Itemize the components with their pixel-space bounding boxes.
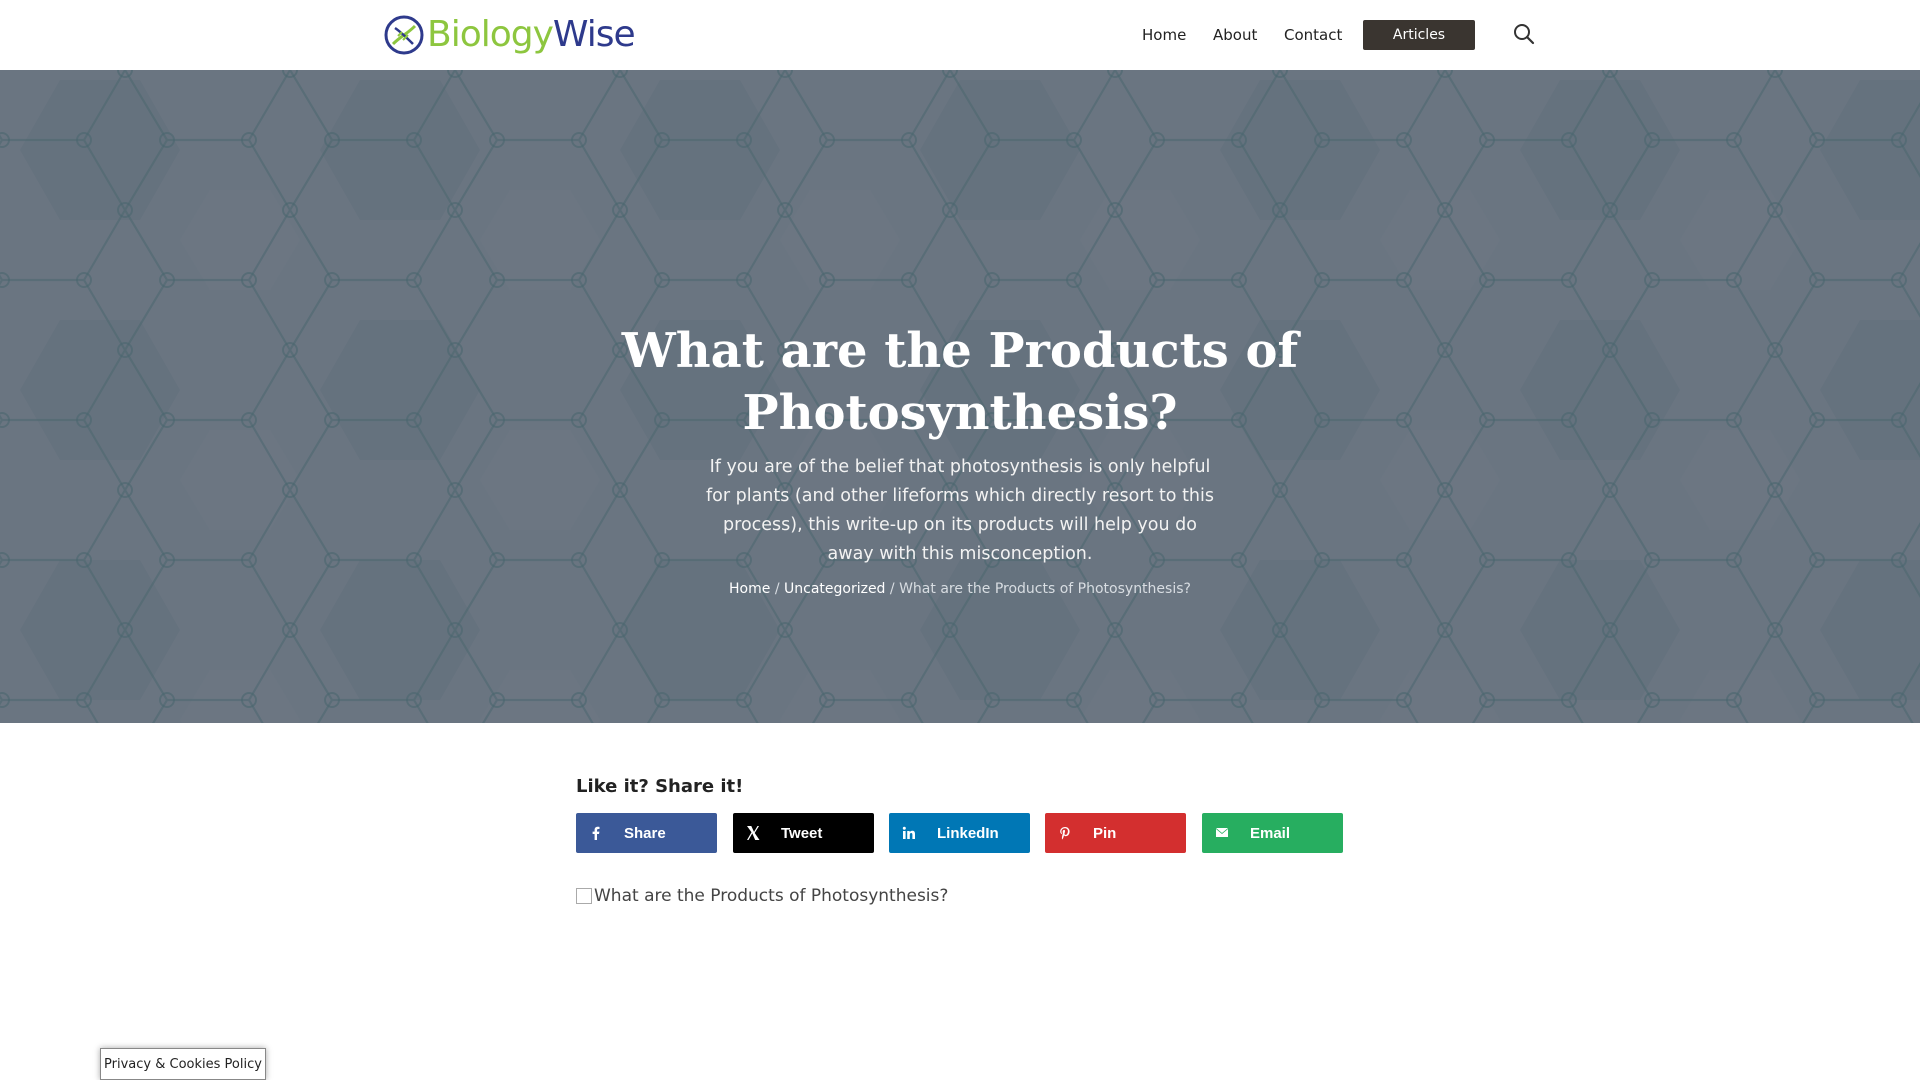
- dna-logo-icon: [384, 15, 424, 55]
- privacy-cookies-policy-button[interactable]: Privacy & Cookies Policy: [100, 1048, 266, 1080]
- breadcrumb-home[interactable]: Home: [729, 581, 770, 597]
- email-share-button[interactable]: Email: [1202, 813, 1343, 853]
- share-heading: Like it? Share it!: [576, 776, 744, 797]
- x-icon: [733, 825, 773, 841]
- breadcrumb-current: What are the Products of Photosynthesis?: [899, 581, 1191, 597]
- nav-contact-link[interactable]: Contact: [1284, 26, 1342, 44]
- email-icon: [1202, 827, 1242, 839]
- breadcrumb: Home / Uncategorized / What are the Prod…: [560, 581, 1360, 597]
- logo-text-wise: Wise: [552, 14, 636, 55]
- nav-item-about[interactable]: About: [1213, 20, 1257, 50]
- search-icon[interactable]: [1513, 23, 1535, 45]
- linkedin-share-button[interactable]: LinkedIn: [889, 813, 1030, 853]
- site-header: BiologyWise Home About Contact Articles: [0, 0, 1920, 70]
- nav-about-link[interactable]: About: [1213, 26, 1257, 44]
- pinterest-icon: [1045, 826, 1085, 840]
- pinterest-pin-button[interactable]: Pin: [1045, 813, 1186, 853]
- pinterest-pin-label: Pin: [1093, 824, 1117, 842]
- articles-button[interactable]: Articles: [1363, 20, 1475, 50]
- article-image-alt-text: What are the Products of Photosynthesis?: [594, 886, 949, 906]
- x-tweet-label: Tweet: [781, 824, 823, 842]
- email-share-label: Email: [1250, 824, 1291, 842]
- site-logo[interactable]: BiologyWise: [383, 13, 636, 57]
- nav-item-contact[interactable]: Contact: [1284, 20, 1342, 50]
- article-featured-image: What are the Products of Photosynthesis?: [576, 886, 948, 906]
- page-description: If you are of the belief that photosynth…: [705, 457, 1215, 564]
- breadcrumb-separator: /: [889, 581, 895, 597]
- facebook-icon: [576, 826, 616, 840]
- broken-image-icon: [576, 888, 592, 904]
- facebook-share-button[interactable]: Share: [576, 813, 717, 853]
- facebook-share-label: Share: [624, 824, 666, 842]
- hero-banner: What are the Products of Photosynthesis?…: [0, 70, 1920, 723]
- nav-item-home[interactable]: Home: [1142, 20, 1186, 50]
- linkedin-icon: [889, 826, 929, 840]
- x-tweet-button[interactable]: Tweet: [733, 813, 874, 853]
- logo-text-biology: Biology: [427, 14, 554, 55]
- logo-text: BiologyWise: [427, 13, 636, 57]
- nav-home-link[interactable]: Home: [1142, 26, 1186, 44]
- page-title: What are the Products of Photosynthesis?: [621, 323, 1299, 441]
- linkedin-share-label: LinkedIn: [937, 824, 999, 842]
- breadcrumb-separator: /: [774, 581, 780, 597]
- breadcrumb-category[interactable]: Uncategorized: [784, 581, 885, 597]
